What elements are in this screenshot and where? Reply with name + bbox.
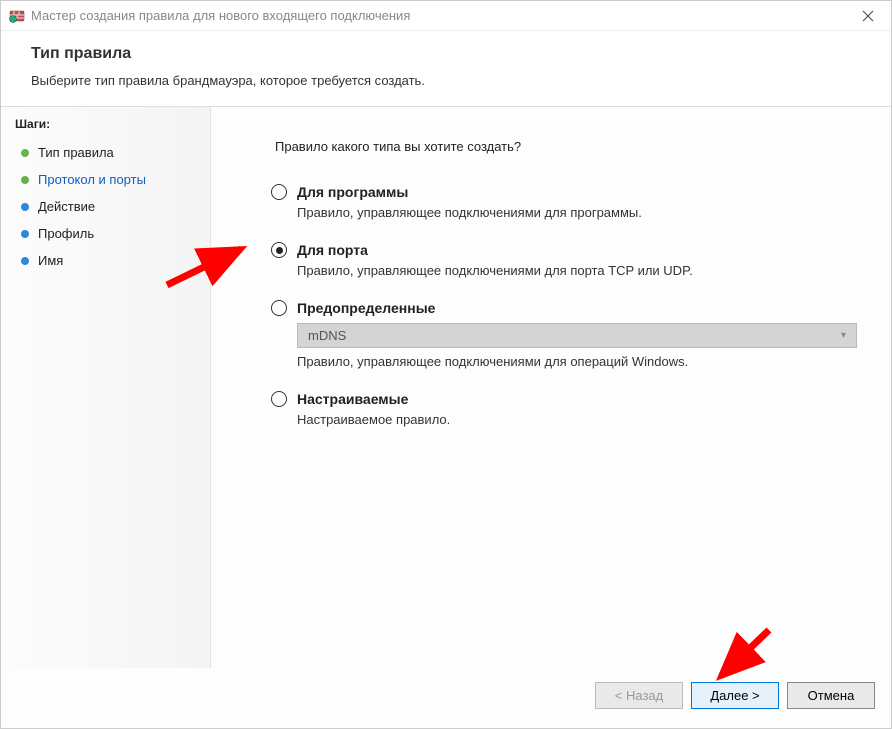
step-label: Тип правила xyxy=(38,145,114,160)
bullet-icon xyxy=(21,203,29,211)
option-port: Для порта Правило, управляющее подключен… xyxy=(271,242,873,278)
main-question: Правило какого типа вы хотите создать? xyxy=(275,139,873,154)
titlebar: Мастер создания правила для нового входя… xyxy=(1,1,891,31)
step-action[interactable]: Действие xyxy=(15,193,210,220)
step-profile[interactable]: Профиль xyxy=(15,220,210,247)
step-protocol-ports[interactable]: Протокол и порты xyxy=(15,166,210,193)
option-custom-label: Настраиваемые xyxy=(297,391,408,407)
step-name[interactable]: Имя xyxy=(15,247,210,274)
step-label: Действие xyxy=(38,199,95,214)
wizard-window: Мастер создания правила для нового входя… xyxy=(0,0,892,729)
option-port-desc: Правило, управляющее подключениями для п… xyxy=(297,263,873,278)
main-panel: Правило какого типа вы хотите создать? Д… xyxy=(211,107,891,668)
close-button[interactable] xyxy=(853,6,883,26)
radio-custom[interactable] xyxy=(271,391,287,407)
option-predefined: Предопределенные mDNS ▾ Правило, управля… xyxy=(271,300,873,369)
back-button[interactable]: < Назад xyxy=(595,682,683,709)
option-port-label: Для порта xyxy=(297,242,368,258)
step-label: Имя xyxy=(38,253,63,268)
titlebar-text: Мастер создания правила для нового входя… xyxy=(31,8,410,23)
cancel-button[interactable]: Отмена xyxy=(787,682,875,709)
radio-program[interactable] xyxy=(271,184,287,200)
dropdown-value: mDNS xyxy=(308,328,346,343)
bullet-icon xyxy=(21,230,29,238)
predefined-dropdown[interactable]: mDNS ▾ xyxy=(297,323,857,348)
step-label: Протокол и порты xyxy=(38,172,146,187)
option-program-label: Для программы xyxy=(297,184,408,200)
option-custom-desc: Настраиваемое правило. xyxy=(297,412,873,427)
bullet-icon xyxy=(21,149,29,157)
radio-port[interactable] xyxy=(271,242,287,258)
sidebar: Шаги: Тип правила Протокол и порты Дейст… xyxy=(1,107,211,668)
wizard-footer: < Назад Далее > Отмена xyxy=(1,668,891,728)
option-predefined-desc: Правило, управляющее подключениями для о… xyxy=(297,354,873,369)
sidebar-title: Шаги: xyxy=(15,117,210,131)
wizard-header: Тип правила Выберите тип правила брандма… xyxy=(1,31,891,107)
step-label: Профиль xyxy=(38,226,94,241)
option-predefined-label: Предопределенные xyxy=(297,300,435,316)
option-program-desc: Правило, управляющее подключениями для п… xyxy=(297,205,873,220)
bullet-icon xyxy=(21,257,29,265)
option-custom: Настраиваемые Настраиваемое правило. xyxy=(271,391,873,427)
firewall-icon xyxy=(9,8,25,24)
page-title: Тип правила xyxy=(31,45,861,63)
chevron-down-icon: ▾ xyxy=(841,330,846,341)
next-button[interactable]: Далее > xyxy=(691,682,779,709)
wizard-body: Шаги: Тип правила Протокол и порты Дейст… xyxy=(1,107,891,668)
bullet-icon xyxy=(21,176,29,184)
radio-predefined[interactable] xyxy=(271,300,287,316)
step-rule-type[interactable]: Тип правила xyxy=(15,139,210,166)
page-subtitle: Выберите тип правила брандмауэра, которо… xyxy=(31,73,861,88)
option-program: Для программы Правило, управляющее подкл… xyxy=(271,184,873,220)
